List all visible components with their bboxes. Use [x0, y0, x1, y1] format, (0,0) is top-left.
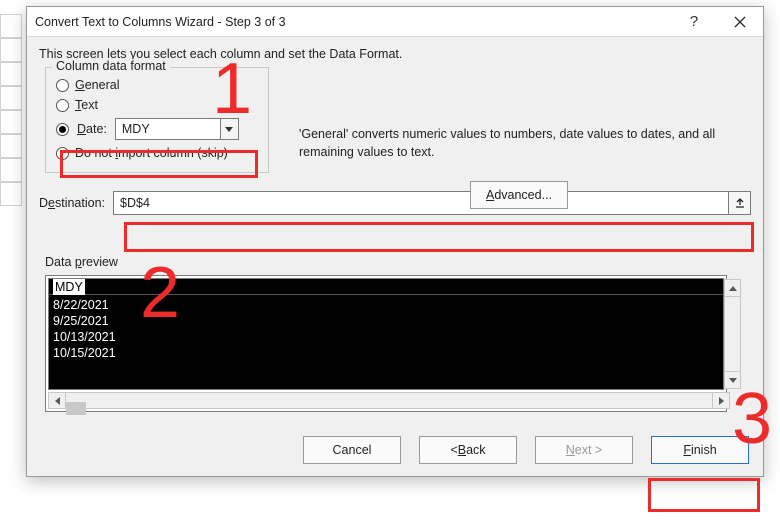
back-button[interactable]: < Back — [419, 436, 517, 464]
advanced-button[interactable]: Advanced... — [470, 181, 568, 209]
date-format-value: MDY — [116, 122, 220, 136]
preview-vertical-scrollbar[interactable] — [724, 279, 741, 389]
radio-general-label: General — [75, 78, 119, 92]
scroll-left-button[interactable] — [49, 393, 66, 408]
dialog-footer: Cancel < Back Next > Finish — [27, 424, 763, 476]
preview-horizontal-scrollbar[interactable] — [48, 392, 730, 409]
close-button[interactable] — [717, 7, 763, 37]
annotation-box-date — [60, 150, 258, 178]
cancel-button[interactable]: Cancel — [303, 436, 401, 464]
destination-label: Destination: — [39, 196, 105, 210]
radio-icon — [56, 79, 69, 92]
annotation-box-finish — [648, 478, 760, 512]
format-description-area: 'General' converts numeric values to num… — [299, 125, 739, 209]
scroll-thumb[interactable] — [66, 402, 86, 415]
annotation-number-3: 3 — [732, 378, 772, 460]
dialog-title: Convert Text to Columns Wizard - Step 3 … — [27, 15, 671, 29]
triangle-up-icon — [729, 286, 737, 291]
format-description: 'General' converts numeric values to num… — [299, 125, 739, 161]
scroll-right-button[interactable] — [712, 393, 729, 408]
triangle-left-icon — [55, 397, 60, 405]
annotation-number-1: 1 — [212, 48, 252, 130]
radio-icon — [56, 123, 69, 136]
titlebar: Convert Text to Columns Wizard - Step 3 … — [27, 7, 763, 37]
radio-date-label: Date: — [77, 122, 107, 136]
preview-header-selected: MDY — [53, 279, 85, 295]
close-icon — [734, 16, 746, 28]
annotation-number-2: 2 — [140, 252, 180, 334]
annotation-box-destination — [124, 222, 754, 252]
column-data-format-legend: Column data format — [52, 59, 170, 73]
next-button: Next > — [535, 436, 633, 464]
triangle-right-icon — [719, 397, 724, 405]
preview-row: 10/15/2021 — [53, 345, 719, 361]
help-button[interactable]: ? — [671, 7, 717, 37]
scroll-up-button[interactable] — [725, 280, 740, 297]
radio-text-label: Text — [75, 98, 98, 112]
radio-icon — [56, 99, 69, 112]
